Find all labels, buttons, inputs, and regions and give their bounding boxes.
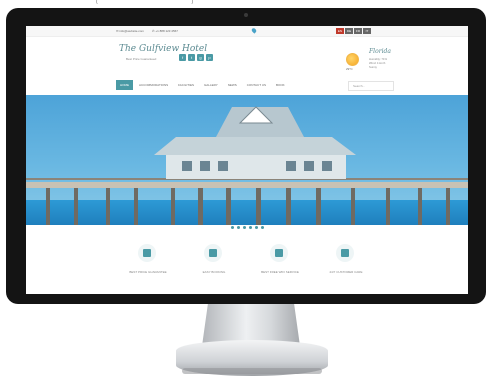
main-nav: HOME ACCOMMODATIONS FACILITIES GALLERY N… [116, 80, 289, 90]
language-fr[interactable]: FR [354, 28, 362, 34]
facebook-icon[interactable]: f [179, 54, 186, 61]
support-icon [341, 249, 349, 257]
language-en[interactable]: EN [336, 28, 344, 34]
top-caption: ( _______________________ ) [96, 0, 194, 4]
site-logo[interactable]: The Gulfview Hotel [119, 44, 207, 54]
weather-details: Humidity: 71% Wind: 4 km/h Sunny [369, 57, 387, 69]
utility-bar: ✉ info@website.com ✆ +1 888 123 4567 EN … [26, 26, 468, 37]
nav-item-contact[interactable]: CONTACT US [243, 80, 270, 90]
camera-dot [244, 13, 248, 17]
feature-label: EASY BOOKING [202, 270, 226, 274]
slider-dots [26, 226, 468, 231]
utility-phone[interactable]: ✆ +1 888 123 4567 [152, 29, 178, 33]
hotel-icon [143, 249, 151, 257]
nav-item-news[interactable]: NEWS [224, 80, 241, 90]
feature-customer-care[interactable]: 24/7 CUSTOMER CARE [316, 244, 376, 289]
slider-dot[interactable] [248, 226, 252, 229]
feature-label: 24/7 CUSTOMER CARE [329, 270, 363, 274]
feature-best-price[interactable]: BEST PRICE GUARANTEE [118, 244, 178, 289]
nav-item-accommodations[interactable]: ACCOMMODATIONS [135, 80, 172, 90]
social-links: f t g p [179, 54, 213, 61]
monitor-stand-edge [182, 368, 322, 374]
slider-dot[interactable] [230, 226, 234, 229]
nav-item-home[interactable]: HOME [116, 80, 133, 90]
nav-item-facilities[interactable]: FACILITIES [174, 80, 198, 90]
wifi-icon [275, 249, 283, 257]
pinterest-icon[interactable]: p [206, 54, 213, 61]
monitor-bezel: ✉ info@website.com ✆ +1 888 123 4567 EN … [6, 8, 486, 304]
language-switcher: EN DE FR IT [336, 28, 371, 34]
sun-icon [346, 53, 359, 66]
weather-city: Florida [369, 48, 391, 55]
slider-dot[interactable] [236, 226, 240, 229]
slider-dot[interactable] [254, 226, 258, 229]
pier-image [26, 106, 468, 225]
monitor-screen: ✉ info@website.com ✆ +1 888 123 4567 EN … [26, 26, 468, 294]
monitor-stand-neck [202, 304, 300, 346]
pier-pilings [46, 188, 450, 225]
nav-item-book[interactable]: BOOK [272, 80, 289, 90]
feature-wifi[interactable]: BEST FREE WIFI SERVICE [250, 244, 310, 289]
feature-strip: BEST PRICE GUARANTEE EASY BOOKING BEST F… [118, 244, 378, 289]
feature-label: BEST FREE WIFI SERVICE [261, 270, 299, 274]
nav-item-gallery[interactable]: GALLERY [200, 80, 222, 90]
slider-dot[interactable] [242, 226, 246, 229]
google-plus-icon[interactable]: g [197, 54, 204, 61]
hero-slider[interactable] [26, 95, 468, 225]
site-tagline: Best Price Guaranteed [126, 57, 157, 61]
bed-icon [209, 249, 217, 257]
feature-label: BEST PRICE GUARANTEE [129, 270, 167, 274]
pier-deck [26, 182, 468, 188]
slider-dot[interactable] [260, 226, 264, 229]
pier-house-roof [154, 137, 356, 155]
twitter-icon[interactable]: t [188, 54, 195, 61]
utility-email[interactable]: ✉ info@website.com [116, 29, 144, 33]
search-input[interactable]: Search... [348, 81, 394, 91]
pier-house-walls [166, 155, 346, 179]
feature-easy-booking[interactable]: EASY BOOKING [184, 244, 244, 289]
language-de[interactable]: DE [345, 28, 353, 34]
weather-detail: Sunny [369, 65, 377, 69]
weather-temperature: 29°C [346, 67, 353, 71]
location-pin-icon[interactable] [250, 27, 258, 34]
language-it[interactable]: IT [363, 28, 371, 34]
